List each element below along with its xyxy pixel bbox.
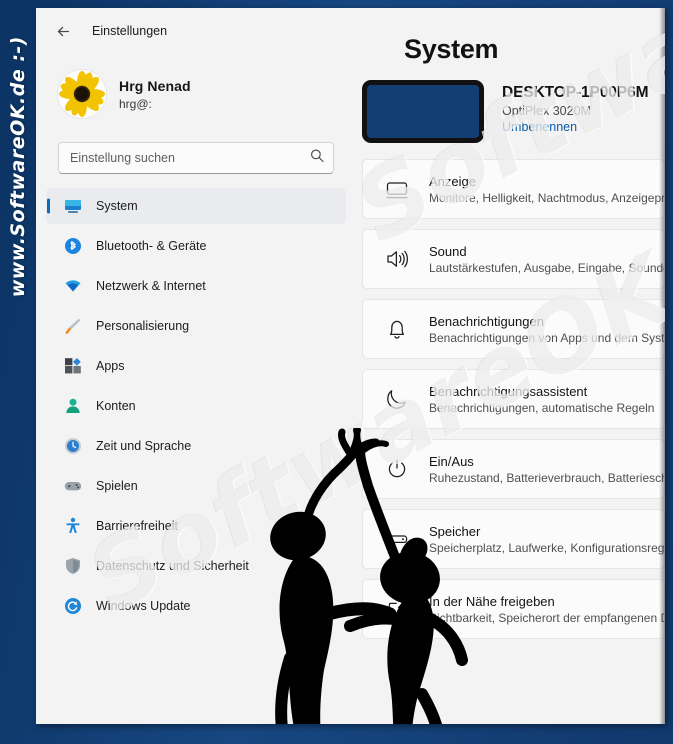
bluetooth-icon: [64, 237, 82, 255]
account-text: Hrg Nenad hrg@:: [119, 78, 191, 111]
monitor-thumbnail-icon: [362, 80, 484, 143]
wifi-icon: [64, 277, 82, 295]
search-input[interactable]: [70, 143, 303, 173]
settings-card-subtitle: Monitore, Helligkeit, Nachtmodus, Anzeig…: [429, 190, 665, 205]
accessibility-icon: [64, 517, 82, 535]
settings-card[interactable]: Sound Lautstärkestufen, Ausgabe, Eingabe,…: [362, 229, 665, 289]
settings-card[interactable]: Anzeige Monitore, Helligkeit, Nachtmodus,…: [362, 159, 665, 219]
settings-card-title: Sound: [429, 243, 467, 259]
search-wrapper: [36, 128, 356, 174]
bell-icon: [385, 317, 409, 341]
sidebar-item-label: Datenschutz und Sicherheit: [96, 559, 249, 573]
sidebar-item-system[interactable]: System: [46, 188, 346, 224]
gamepad-icon: [64, 477, 82, 495]
sidebar-item-spielen[interactable]: Spielen: [46, 468, 346, 504]
settings-card[interactable]: Speicher Speicherplatz, Laufwerke, Konfig…: [362, 509, 665, 569]
monitor-icon: [64, 197, 82, 215]
sidebar-item-datenschutz-und-sicherheit[interactable]: Datenschutz und Sicherheit: [46, 548, 346, 584]
paintbrush-icon: [64, 317, 82, 335]
moon-icon: [385, 387, 409, 411]
sidebar-item-windows-update[interactable]: Windows Update: [46, 588, 346, 624]
settings-card[interactable]: In der Nähe freigeben Sichtbarkeit, Speic…: [362, 579, 665, 639]
brand-watermark-band: www.SoftwareOK.de :-): [0, 0, 36, 744]
storage-icon: [385, 527, 409, 551]
sidebar-item-label: Apps: [96, 359, 125, 373]
device-info: DESKTOP-1P00P6M OptiPlex 3020M Umbenenne…: [502, 80, 648, 134]
brand-watermark-text: www.SoftwareOK.de :-): [7, 36, 29, 298]
settings-window: Einstellungen Hrg Nenad hrg@: Einstellun…: [36, 8, 665, 724]
sidebar-item-barrierefreiheit[interactable]: Barrierefreiheit: [46, 508, 346, 544]
settings-card-subtitle: Benachrichtigungen von Apps und dem Syst…: [429, 330, 665, 345]
sidebar-item-label: Barrierefreiheit: [96, 519, 178, 533]
settings-card-subtitle: Sichtbarkeit, Speicherort der empfangene…: [429, 610, 665, 625]
title-bar: Einstellungen: [36, 8, 356, 54]
sidebar-item-label: Konten: [96, 399, 136, 413]
update-icon: [64, 597, 82, 615]
clock-icon: [64, 437, 82, 455]
sidebar-item-label: Spielen: [96, 479, 138, 493]
avatar[interactable]: [58, 70, 106, 118]
page-title: System: [404, 34, 499, 64]
settings-card-list: Anzeige Monitore, Helligkeit, Nachtmodus,…: [356, 143, 665, 639]
settings-card-title: Anzeige: [429, 173, 476, 189]
sidebar-item-bluetooth-ger-te[interactable]: Bluetooth- & Geräte: [46, 228, 346, 264]
display-icon: [385, 177, 409, 201]
settings-card-text: In der Nähe freigeben Sichtbarkeit, Speic…: [429, 594, 664, 625]
settings-card[interactable]: Benachrichtigungen Benachrichtigungen von…: [362, 299, 665, 359]
apps-grid-icon: [64, 357, 82, 375]
settings-card-text: Speicher Speicherplatz, Laufwerke, Konfig…: [429, 524, 664, 555]
settings-card[interactable]: Ein/Aus Ruhezustand, Batterieverbrauch, B…: [362, 439, 665, 499]
settings-card-text: Ein/Aus Ruhezustand, Batterieverbrauch, B…: [429, 454, 664, 485]
search-icon[interactable]: [310, 149, 324, 168]
settings-card-title: In der Nähe freigeben: [429, 593, 555, 609]
sidebar-item-zeit-und-sprache[interactable]: Zeit und Sprache: [46, 428, 346, 464]
sidebar-item-label: Personalisierung: [96, 319, 190, 333]
back-button[interactable]: [48, 16, 78, 46]
shield-icon: [64, 557, 82, 575]
sidebar-item-netzwerk-internet[interactable]: Netzwerk & Internet: [46, 268, 346, 304]
power-icon: [385, 457, 409, 481]
search-box[interactable]: [58, 142, 334, 174]
settings-card-title: Ein/Aus: [429, 453, 474, 469]
account-email: hrg@:: [119, 96, 152, 111]
outer-frame: www.SoftwareOK.de :-) Einstellungen Hrg …: [0, 0, 673, 744]
settings-card-text: Benachrichtigungen Benachrichtigungen von…: [429, 314, 664, 345]
settings-card-title: Speicher: [429, 523, 481, 539]
sidebar-item-label: System: [96, 199, 138, 213]
sidebar-item-label: Windows Update: [96, 599, 191, 613]
device-row: DESKTOP-1P00P6M OptiPlex 3020M Umbenenne…: [356, 65, 665, 143]
settings-card-text: Anzeige Monitore, Helligkeit, Nachtmodus,…: [429, 174, 664, 205]
device-name: DESKTOP-1P00P6M: [502, 84, 649, 101]
sidebar-item-label: Bluetooth- & Geräte: [96, 239, 207, 253]
settings-card[interactable]: Benachrichtigungsassistent Benachrichtigu…: [362, 369, 665, 429]
sidebar-item-label: Netzwerk & Internet: [96, 279, 206, 293]
app-title: Einstellungen: [92, 24, 168, 38]
settings-card-subtitle: Lautstärkestufen, Ausgabe, Eingabe, Soun…: [429, 260, 665, 275]
sidebar-nav: System Bluetooth- & Geräte Netzwerk & Inte…: [36, 174, 356, 624]
settings-card-title: Benachrichtigungen: [429, 313, 544, 329]
account-block[interactable]: Hrg Nenad hrg@:: [36, 54, 356, 128]
settings-card-text: Benachrichtigungsassistent Benachrichtigu…: [429, 384, 654, 415]
device-model: OptiPlex 3020M: [502, 104, 591, 118]
settings-card-subtitle: Ruhezustand, Batterieverbrauch, Batterie…: [429, 470, 665, 485]
sidebar-item-personalisierung[interactable]: Personalisierung: [46, 308, 346, 344]
settings-card-text: Sound Lautstärkestufen, Ausgabe, Eingabe,…: [429, 244, 664, 275]
settings-card-subtitle: Speicherplatz, Laufwerke, Konfigurations…: [429, 540, 665, 555]
share-icon: [385, 597, 409, 621]
settings-card-subtitle: Benachrichtigungen, automatische Regeln: [429, 400, 655, 415]
window-body: Einstellungen Hrg Nenad hrg@: Einstellun…: [36, 8, 665, 724]
sidebar-item-label: Zeit und Sprache: [96, 439, 192, 453]
settings-card-title: Benachrichtigungsassistent: [429, 383, 588, 399]
rename-link[interactable]: Umbenennen: [502, 120, 648, 134]
main-content: System DESKTOP-1P00P6M OptiPlex 3020M Um…: [356, 8, 665, 724]
sidebar: Einstellungen Hrg Nenad hrg@: Einstellun…: [36, 8, 356, 724]
account-name: Hrg Nenad: [119, 77, 191, 94]
person-icon: [64, 397, 82, 415]
speaker-icon: [385, 247, 409, 271]
sidebar-item-konten[interactable]: Konten: [46, 388, 346, 424]
sidebar-item-apps[interactable]: Apps: [46, 348, 346, 384]
